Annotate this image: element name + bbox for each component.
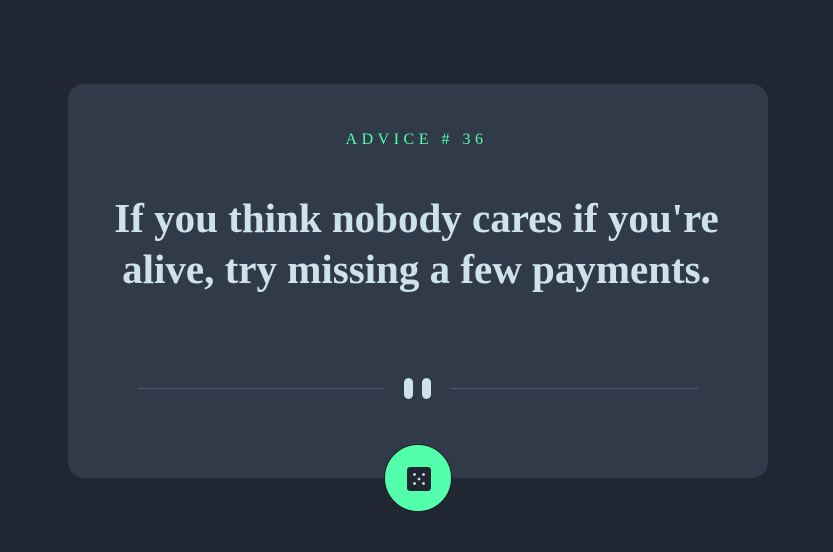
new-advice-button[interactable] <box>384 444 452 512</box>
pause-icon-bar-left <box>404 378 413 399</box>
pause-icon <box>404 378 432 399</box>
advice-number: 36 <box>462 131 488 148</box>
divider-line-right <box>451 388 698 389</box>
advice-hash: # <box>441 131 454 148</box>
pause-icon-bar-right <box>422 378 431 399</box>
advice-heading: ADVICE # 36 <box>0 131 833 149</box>
divider-line-left <box>138 388 385 389</box>
advice-label: ADVICE <box>345 131 433 148</box>
advice-quote: If you think nobody cares if you're aliv… <box>114 195 719 292</box>
dice-icon <box>407 467 431 491</box>
